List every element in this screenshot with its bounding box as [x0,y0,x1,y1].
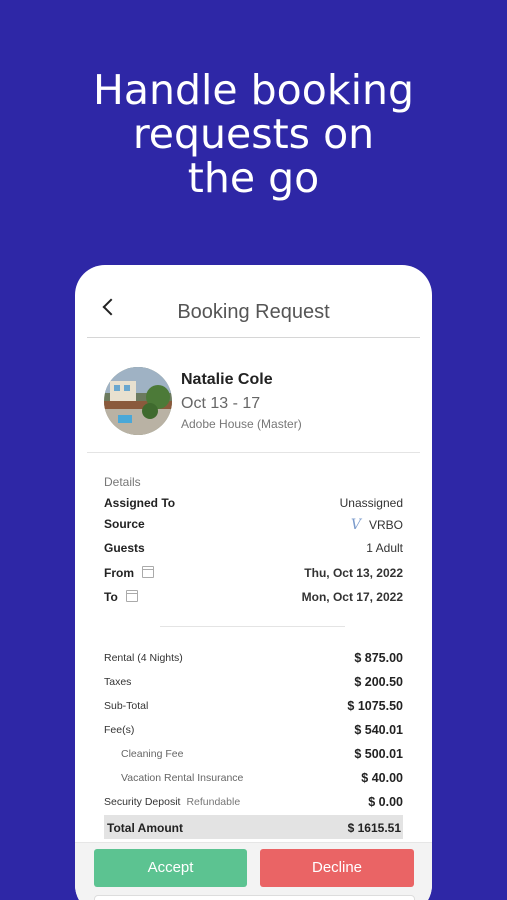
fee-row-insurance: Vacation Rental Insurance $ 40.00 [104,771,403,787]
detail-row-guests: Guests 1 Adult [104,541,403,557]
fee-label: Cleaning Fee [121,748,184,760]
fee-label: Rental (4 Nights) [104,652,183,664]
headline: Handle booking requests on the go [0,68,507,200]
app-header: Booking Request [87,265,420,338]
detail-row-assigned-to: Assigned To Unassigned [104,496,403,512]
fee-row-subtotal: Sub-Total $ 1075.50 [104,699,403,715]
detail-value: Thu, Oct 13, 2022 [304,566,403,580]
from-label: From [104,566,134,580]
headline-line-3: the go [187,154,320,202]
detail-label: Source [104,517,145,531]
detail-label-from: From [104,566,154,580]
property-name: Adobe House (Master) [181,417,302,431]
divider [160,626,345,627]
phone-screen: Booking Request Natalie Cole Oct 13 - 17… [75,265,432,900]
fee-value: $ 875.00 [354,651,403,665]
fee-row-rental: Rental (4 Nights) $ 875.00 [104,651,403,667]
detail-label: Guests [104,541,145,555]
fee-row-taxes: Taxes $ 200.50 [104,675,403,691]
fee-label: Security Deposit [104,796,181,808]
detail-label-to: To [104,590,138,604]
source-name: VRBO [368,518,403,532]
to-label: To [104,590,118,604]
detail-value-source: V VRBO [351,517,403,533]
fee-row-cleaning: Cleaning Fee $ 500.01 [104,747,403,763]
fee-value: $ 540.01 [354,723,403,737]
fee-value: $ 200.50 [354,675,403,689]
detail-value: Mon, Oct 17, 2022 [301,590,403,604]
action-footer: Accept Decline [75,842,432,900]
total-label: Total Amount [107,821,183,835]
fee-value: $ 0.00 [368,795,403,809]
decline-button[interactable]: Decline [260,849,414,887]
total-row: Total Amount $ 1615.51 [104,815,403,839]
fee-row-security-deposit: Security Deposit Refundable $ 0.00 [104,795,403,811]
detail-row-to: To Mon, Oct 17, 2022 [104,590,403,606]
guest-name: Natalie Cole [181,371,273,388]
headline-line-2: requests on [132,110,375,158]
fee-label: Fee(s) [104,724,135,736]
accept-button[interactable]: Accept [94,849,247,887]
fee-value: $ 1075.50 [347,699,403,713]
guest-avatar [104,367,172,435]
detail-value: Unassigned [339,496,403,510]
vrbo-logo-icon: V [350,517,361,533]
fee-label: Vacation Rental Insurance [121,772,244,784]
fee-value: $ 500.01 [354,747,403,761]
refundable-hint: Refundable [186,796,241,808]
fee-label: Taxes [104,676,132,688]
calendar-icon [142,566,154,578]
detail-row-from: From Thu, Oct 13, 2022 [104,566,403,582]
detail-row-source: Source V VRBO [104,517,403,533]
calendar-icon [125,590,138,602]
detail-value: 1 Adult [366,541,403,555]
headline-line-1: Handle booking [93,66,414,114]
detail-label: Assigned To [104,496,176,510]
page-title: Booking Request [177,301,330,323]
message-field[interactable] [94,895,415,900]
fee-row-fees: Fee(s) $ 540.01 [104,723,403,739]
total-value: $ 1615.51 [347,821,401,835]
fee-value: $ 40.00 [361,771,403,785]
details-label: Details [104,475,141,489]
property-photo-icon [104,367,172,435]
fee-label-deposit: Security Deposit Refundable [104,796,240,808]
divider [87,452,420,453]
fee-label: Sub-Total [104,700,149,712]
booking-dates: Oct 13 - 17 [181,395,261,412]
